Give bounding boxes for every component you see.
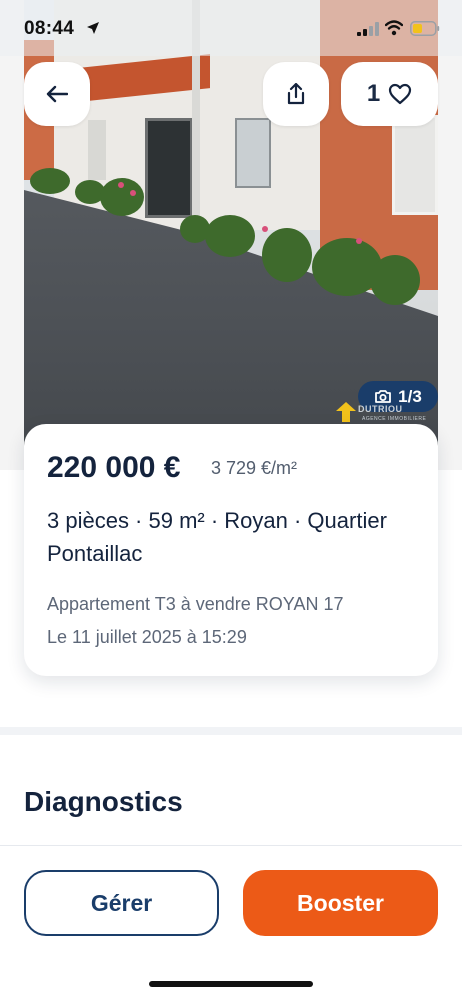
photo-right-window [392, 115, 438, 215]
photo-side-door [88, 120, 106, 180]
photo-bush [262, 228, 312, 282]
listing-price-per-m2: 3 729 €/m² [211, 458, 298, 478]
photo-bush [370, 255, 420, 305]
manage-button[interactable]: Gérer [24, 870, 219, 936]
home-indicator[interactable] [149, 981, 313, 987]
photo-edge-left [0, 0, 24, 470]
photo-flower [262, 226, 268, 232]
favorite-count: 1 [366, 80, 381, 107]
cellular-signal-icon [357, 22, 379, 36]
status-bar: 08:44 [0, 0, 462, 56]
favorite-button[interactable]: 1 [341, 62, 438, 126]
listing-features: 3 pièces · 59 m² · Royan · Quartier Pont… [47, 508, 387, 566]
listing-price: 220 000 € [47, 451, 181, 484]
watermark-text: DUTRIOU [358, 404, 403, 414]
listing-info-card: 220 000 € 3 729 €/m² 3 pièces · 59 m² · … [24, 424, 438, 676]
photo-flower [118, 182, 124, 188]
watermark-subtext: AGENCE IMMOBILIERE [362, 416, 427, 422]
photo-flower [356, 238, 362, 244]
photo-door [145, 118, 193, 218]
wifi-icon [385, 20, 403, 36]
back-button[interactable] [24, 62, 90, 126]
battery-icon [410, 21, 440, 36]
diagnostics-section-title[interactable]: Diagnostics [24, 786, 183, 818]
status-time: 08:44 [24, 18, 75, 39]
share-button[interactable] [263, 62, 329, 126]
location-arrow-icon [87, 22, 99, 34]
listing-date: Le 11 juillet 2025 à 15:29 [47, 627, 247, 647]
photo-edge-right [438, 0, 462, 470]
listing-title: Appartement T3 à vendre ROYAN 17 [47, 594, 344, 614]
photo-bush [30, 168, 70, 194]
section-separator [0, 727, 462, 735]
agency-logo-icon [336, 402, 356, 422]
arrow-left-icon [46, 85, 68, 103]
photo-flower [130, 190, 136, 196]
photo-bush [205, 215, 255, 257]
share-icon [287, 83, 305, 105]
agency-watermark: DUTRIOU AGENCE IMMOBILIERE [336, 400, 436, 426]
boost-button[interactable]: Booster [243, 870, 438, 936]
divider [0, 845, 462, 846]
photo-window [235, 118, 271, 188]
heart-outline-icon [389, 83, 412, 105]
